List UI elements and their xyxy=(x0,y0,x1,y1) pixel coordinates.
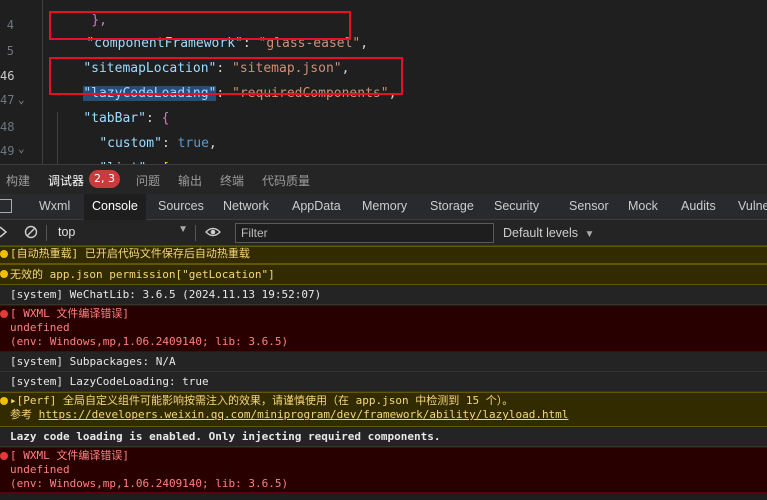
error-detail: undefined xyxy=(10,463,70,476)
message-text: Lazy code loading is enabled. Only injec… xyxy=(10,430,441,443)
code-editor[interactable]: 4 5 46 47 48 49 ⌄ ⌄ }, "componentFramewo… xyxy=(0,0,767,164)
console-message-info: [system] WeChatLib: 3.6.5 (2024.11.13 19… xyxy=(0,285,767,305)
error-detail: undefined xyxy=(10,321,70,334)
console-message-info: [system] Subpackages: N/A xyxy=(0,352,767,372)
toolbar-divider xyxy=(46,225,47,241)
log-levels-label: Default levels xyxy=(503,226,579,240)
json-value: true xyxy=(177,136,209,151)
highlight-box xyxy=(49,11,351,40)
reference-line: 参考 https://developers.weixin.qq.com/mini… xyxy=(10,408,767,422)
devtab-wxml[interactable]: Wxml xyxy=(39,194,70,220)
tab-terminal[interactable]: 终端 xyxy=(220,172,244,189)
devtab-memory[interactable]: Memory xyxy=(362,194,407,220)
devtab-console[interactable]: Console xyxy=(84,194,146,220)
code-line-list: "list": [ xyxy=(68,142,169,164)
devtab-sensor[interactable]: Sensor xyxy=(569,194,609,220)
tab-build[interactable]: 构建 xyxy=(6,172,30,189)
error-icon xyxy=(0,310,8,318)
docs-link[interactable]: https://developers.weixin.qq.com/minipro… xyxy=(39,408,569,421)
message-text: [自动热重载] 已开启代码文件保存后自动热重载 xyxy=(10,247,250,260)
message-text: [system] Subpackages: N/A xyxy=(10,355,176,368)
tab-debugger[interactable]: 调试器 xyxy=(48,172,84,189)
dropdown-arrow-icon: ▼ xyxy=(178,224,188,235)
fold-chevron-icon[interactable]: ⌄ xyxy=(18,142,25,155)
context-select[interactable]: top ▼ xyxy=(50,223,190,242)
context-select-value: top xyxy=(58,225,76,239)
console-message-error: [ WXML 文件编译错误] undefined (env: Windows,m… xyxy=(0,447,767,493)
error-env: (env: Windows,mp,1.06.2409140; lib: 3.6.… xyxy=(10,477,289,490)
json-punctuation: , xyxy=(208,136,217,151)
log-levels-dropdown[interactable]: Default levels ▼ xyxy=(503,226,594,240)
devtab-appdata[interactable]: AppData xyxy=(292,194,341,220)
reference-label: 参考 xyxy=(10,408,39,421)
sidebar-toggle-icon[interactable] xyxy=(0,224,10,243)
json-punctuation: , xyxy=(360,36,369,51)
indent-guide xyxy=(42,0,43,164)
error-count-badge: 2, 3 xyxy=(89,170,120,188)
warning-icon xyxy=(0,270,8,278)
line-number: 49 xyxy=(0,144,14,158)
line-number: 47 xyxy=(0,93,14,107)
error-title: [ WXML 文件编译错误] xyxy=(10,307,129,320)
line-number: 46 xyxy=(0,69,14,83)
message-text: 无效的 app.json permission["getLocation"] xyxy=(10,268,275,281)
message-text: [system] LazyCodeLoading: true xyxy=(10,375,209,388)
fold-chevron-icon[interactable]: ⌄ xyxy=(18,93,25,106)
dropdown-arrow-icon: ▼ xyxy=(584,229,595,240)
message-text: [system] WeChatLib: 3.6.5 (2024.11.13 19… xyxy=(10,288,322,301)
clear-console-icon[interactable] xyxy=(24,225,38,242)
devtab-audits[interactable]: Audits xyxy=(681,194,716,220)
filter-input[interactable]: Filter xyxy=(235,223,494,243)
line-number: 4 xyxy=(6,18,14,32)
devtab-sources[interactable]: Sources xyxy=(158,194,204,220)
devtab-mock[interactable]: Mock xyxy=(628,194,658,220)
highlight-box xyxy=(49,57,403,95)
console-message-error: [ WXML 文件编译错误] undefined (env: Windows,m… xyxy=(0,305,767,352)
console-messages: [自动热重载] 已开启代码文件保存后自动热重载 无效的 app.json per… xyxy=(0,246,767,500)
console-toolbar: top ▼ Filter Default levels ▼ xyxy=(0,220,767,246)
line-number: 48 xyxy=(0,120,14,134)
toolbar-divider xyxy=(195,225,196,241)
console-message-warning: [自动热重载] 已开启代码文件保存后自动热重载 xyxy=(0,246,767,264)
inspect-element-icon[interactable] xyxy=(0,199,12,213)
error-title: [ WXML 文件编译错误] xyxy=(10,449,129,462)
perf-warning-text[interactable]: ▸[Perf] 全局自定义组件可能影响按需注入的效果，请谨慎使用（在 app.j… xyxy=(10,394,767,408)
warning-icon xyxy=(0,250,8,258)
devtab-network[interactable]: Network xyxy=(223,194,269,220)
panel-tab-bar: 构建 调试器 2, 3 问题 输出 终端 代码质量 xyxy=(0,164,767,194)
console-message-info: Lazy code loading is enabled. Only injec… xyxy=(0,427,767,447)
console-message-warning: 无效的 app.json permission["getLocation"] xyxy=(0,264,767,285)
devtools-tab-bar: Wxml Console Sources Network AppData Mem… xyxy=(0,194,767,220)
devtab-security[interactable]: Security xyxy=(494,194,539,220)
eye-icon[interactable] xyxy=(205,225,221,242)
tab-output[interactable]: 输出 xyxy=(178,172,202,189)
line-number: 5 xyxy=(6,44,14,58)
error-env: (env: Windows,mp,1.06.2409140; lib: 3.6.… xyxy=(10,335,289,348)
warning-icon xyxy=(0,397,8,405)
error-icon xyxy=(0,452,8,460)
tab-code-quality[interactable]: 代码质量 xyxy=(262,172,310,189)
console-message-info: [system] LazyCodeLoading: true xyxy=(0,372,767,392)
tab-issues[interactable]: 问题 xyxy=(136,172,160,189)
devtab-storage[interactable]: Storage xyxy=(430,194,474,220)
console-message-warning: ▸[Perf] 全局自定义组件可能影响按需注入的效果，请谨慎使用（在 app.j… xyxy=(0,392,767,427)
devtab-vulnerability[interactable]: Vulne xyxy=(738,194,767,220)
